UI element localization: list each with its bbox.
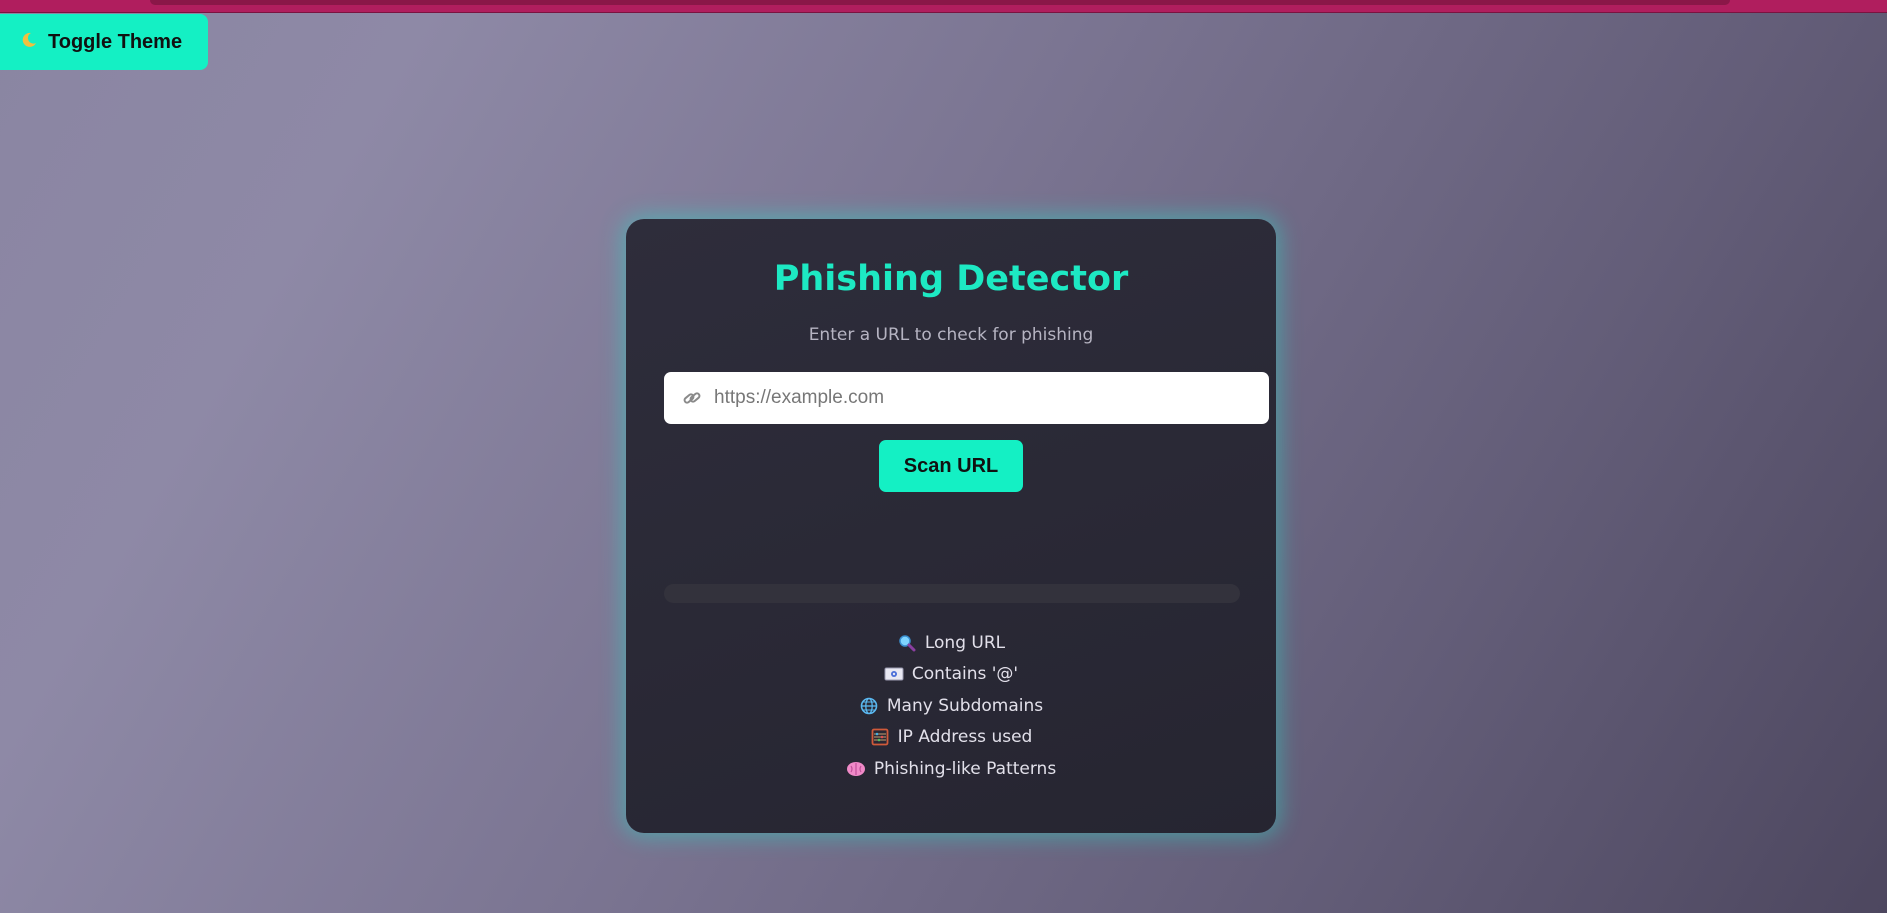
page-title: Phishing Detector (773, 259, 1129, 299)
feature-list: Long URL Contains '@' Many Subdomains IP… (626, 627, 1276, 785)
feature-item-ip-address: IP Address used (626, 722, 1276, 754)
toggle-theme-label: Toggle Theme (48, 30, 183, 53)
risk-progress-bar (664, 584, 1240, 603)
globe-icon (859, 697, 879, 715)
feature-item-long-url: Long URL (626, 627, 1276, 659)
feature-item-patterns: Phishing-like Patterns (626, 753, 1276, 785)
feature-label: IP Address used (897, 727, 1033, 748)
brain-icon (846, 760, 866, 778)
email-icon (884, 665, 904, 683)
link-icon (680, 388, 704, 408)
feature-item-contains-at: Contains '@' (626, 659, 1276, 691)
top-strip-bar (150, 0, 1730, 5)
abacus-icon (870, 728, 890, 746)
toggle-theme-button[interactable]: Toggle Theme (0, 14, 208, 70)
magnifier-icon (897, 634, 917, 652)
scan-url-button[interactable]: Scan URL (879, 440, 1023, 492)
feature-label: Phishing-like Patterns (873, 758, 1057, 779)
scanner-card: Phishing Detector Enter a URL to check f… (626, 219, 1276, 833)
feature-label: Many Subdomains (886, 695, 1044, 716)
feature-label: Contains '@' (911, 664, 1019, 685)
feature-item-subdomains: Many Subdomains (626, 690, 1276, 722)
moon-icon (20, 31, 38, 54)
subtitle: Enter a URL to check for phishing (808, 325, 1094, 345)
url-field (664, 372, 1269, 424)
top-strip (0, 0, 1887, 13)
feature-label: Long URL (924, 632, 1006, 653)
url-input[interactable] (712, 377, 1256, 419)
